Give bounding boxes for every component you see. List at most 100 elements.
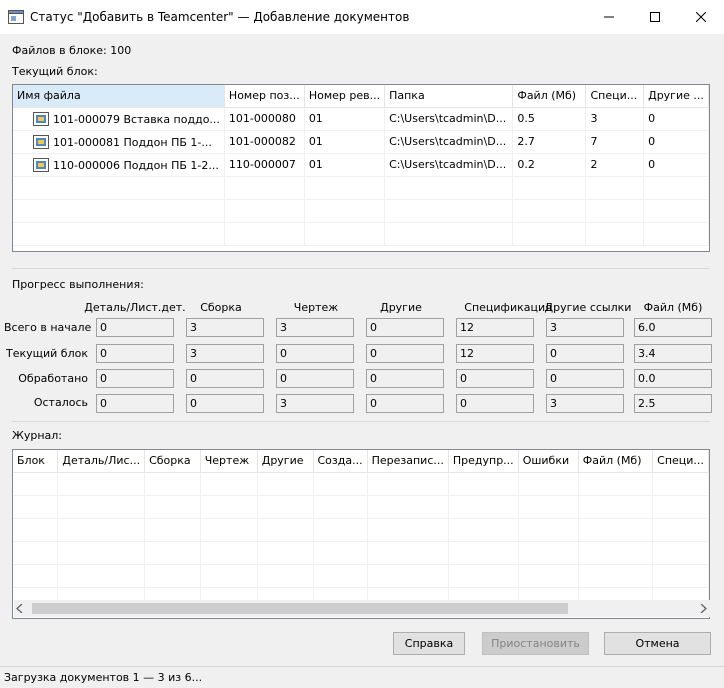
journal-table[interactable]: Блок Деталь/Лис... Сборка Чертеж Другие … <box>12 449 710 619</box>
empty-row <box>13 518 709 542</box>
maximize-button[interactable] <box>632 0 678 34</box>
separator <box>12 421 710 422</box>
progress-value: 3 <box>546 394 624 413</box>
column-header-revision-number[interactable]: Номер рев... <box>304 85 386 108</box>
app-window-icon <box>8 10 24 24</box>
table-cell: 110-000007 <box>224 153 305 177</box>
column-header-other[interactable]: Другие <box>257 450 314 473</box>
progress-value: 3.4 <box>634 344 712 363</box>
table-row[interactable]: 101-000079 Вставка поддо... 101-000080 0… <box>13 107 709 131</box>
close-button[interactable] <box>678 0 724 34</box>
cancel-button[interactable]: Отмена <box>604 632 711 655</box>
progress-value: 0 <box>546 369 624 388</box>
progress-value: 0.0 <box>634 369 712 388</box>
separator <box>12 268 710 269</box>
table-cell: 3 <box>585 107 645 131</box>
column-header-filename[interactable]: Имя файла <box>13 85 225 108</box>
progress-col-part: Деталь/Лист.дет. <box>84 301 186 314</box>
column-header-folder[interactable]: Папка <box>384 85 514 108</box>
table-cell: 0 <box>643 107 709 131</box>
progress-value: 0 <box>366 394 444 413</box>
column-header-warnings[interactable]: Предупр... <box>448 450 519 473</box>
document-icon <box>33 157 49 172</box>
progress-value: 0 <box>366 369 444 388</box>
column-header-file-size[interactable]: Файл (Мб) <box>512 85 587 108</box>
table-cell: C:\Users\tcadmin\D... <box>384 130 514 154</box>
minimize-icon <box>604 16 614 18</box>
maximize-icon <box>650 12 660 22</box>
progress-col-file-size: Файл (Мб) <box>643 301 703 314</box>
files-table-header: Имя файла Номер поз... Номер рев... Папк… <box>13 85 709 108</box>
progress-value: 0 <box>186 394 264 413</box>
empty-row <box>13 222 709 246</box>
table-cell: 0.2 <box>512 153 587 177</box>
empty-row <box>13 564 709 588</box>
progress-value: 12 <box>456 318 534 337</box>
progress-row-label: Обработано <box>18 372 88 385</box>
files-in-block-label: Файлов в блоке: <box>12 44 107 57</box>
chevron-left-icon[interactable] <box>16 604 24 613</box>
pause-button[interactable]: Приостановить <box>482 632 589 655</box>
scrollbar-thumb[interactable] <box>32 603 568 614</box>
files-table[interactable]: Имя файла Номер поз... Номер рев... Папк… <box>12 84 710 252</box>
progress-col-assembly: Сборка <box>200 301 242 314</box>
help-button[interactable]: Справка <box>393 632 465 655</box>
chevron-right-icon[interactable] <box>699 604 707 613</box>
progress-value: 12 <box>456 344 534 363</box>
current-block-label: Текущий блок: <box>12 65 98 78</box>
progress-value: 0 <box>186 369 264 388</box>
progress-row-label: Текущий блок <box>6 347 88 360</box>
column-header-assembly[interactable]: Сборка <box>144 450 201 473</box>
journal-label: Журнал: <box>12 429 63 442</box>
progress-col-other: Другие <box>380 301 422 314</box>
column-header-drawing[interactable]: Чертеж <box>200 450 258 473</box>
column-header-position-number[interactable]: Номер поз... <box>224 85 305 108</box>
table-cell: 101-000080 <box>224 107 305 131</box>
title-bar: Статус "Добавить в Teamcenter" — Добавле… <box>0 0 724 34</box>
column-header-file-size[interactable]: Файл (Мб) <box>578 450 654 473</box>
table-cell: 7 <box>585 130 645 154</box>
progress-value: 0 <box>456 369 534 388</box>
progress-value: 3 <box>186 344 264 363</box>
table-cell: 101-000082 <box>224 130 305 154</box>
progress-value: 0 <box>96 318 174 337</box>
column-header-created[interactable]: Созда... <box>313 450 368 473</box>
empty-row <box>13 199 709 223</box>
table-row[interactable]: 101-000081 Поддон ПБ 1-... 101-000082 01… <box>13 130 709 154</box>
table-row[interactable]: 110-000006 Поддон ПБ 1-2... 110-000007 0… <box>13 153 709 177</box>
window-title: Статус "Добавить в Teamcenter" — Добавле… <box>30 10 410 24</box>
column-header-overwritten[interactable]: Перезапис... <box>367 450 449 473</box>
table-cell: 101-000079 Вставка поддо... <box>13 107 225 131</box>
column-header-specifications[interactable]: Специ... <box>652 450 709 473</box>
progress-value: 0 <box>276 369 354 388</box>
empty-row <box>13 176 709 200</box>
document-icon <box>33 134 49 149</box>
journal-table-header: Блок Деталь/Лис... Сборка Чертеж Другие … <box>13 450 709 473</box>
status-text: Загрузка документов 1 — 3 из 6... <box>4 671 203 684</box>
column-header-other[interactable]: Другие ... <box>643 85 709 108</box>
progress-value: 0 <box>366 344 444 363</box>
empty-row <box>13 541 709 565</box>
table-cell: 01 <box>304 107 386 131</box>
table-cell: 01 <box>304 153 386 177</box>
progress-value: 0 <box>96 394 174 413</box>
status-bar: Загрузка документов 1 — 3 из 6... <box>0 666 724 688</box>
progress-value: 0 <box>546 344 624 363</box>
column-header-part[interactable]: Деталь/Лис... <box>57 450 146 473</box>
horizontal-scrollbar[interactable] <box>14 600 710 617</box>
close-icon <box>696 12 706 22</box>
progress-label: Прогресс выполнения: <box>12 278 144 291</box>
column-header-errors[interactable]: Ошибки <box>518 450 579 473</box>
files-in-block-value: 100 <box>110 44 132 57</box>
progress-row-label: Осталось <box>33 396 88 409</box>
files-in-block: Файлов в блоке: 100 <box>12 44 131 57</box>
column-header-specifications[interactable]: Специ... <box>585 85 645 108</box>
table-cell: 110-000006 Поддон ПБ 1-2... <box>13 153 225 177</box>
progress-value: 0 <box>96 369 174 388</box>
minimize-button[interactable] <box>586 0 632 34</box>
table-cell: C:\Users\tcadmin\D... <box>384 153 514 177</box>
column-header-block[interactable]: Блок <box>13 450 59 473</box>
progress-value: 0 <box>96 344 174 363</box>
document-icon <box>33 111 49 126</box>
empty-row <box>13 495 709 519</box>
